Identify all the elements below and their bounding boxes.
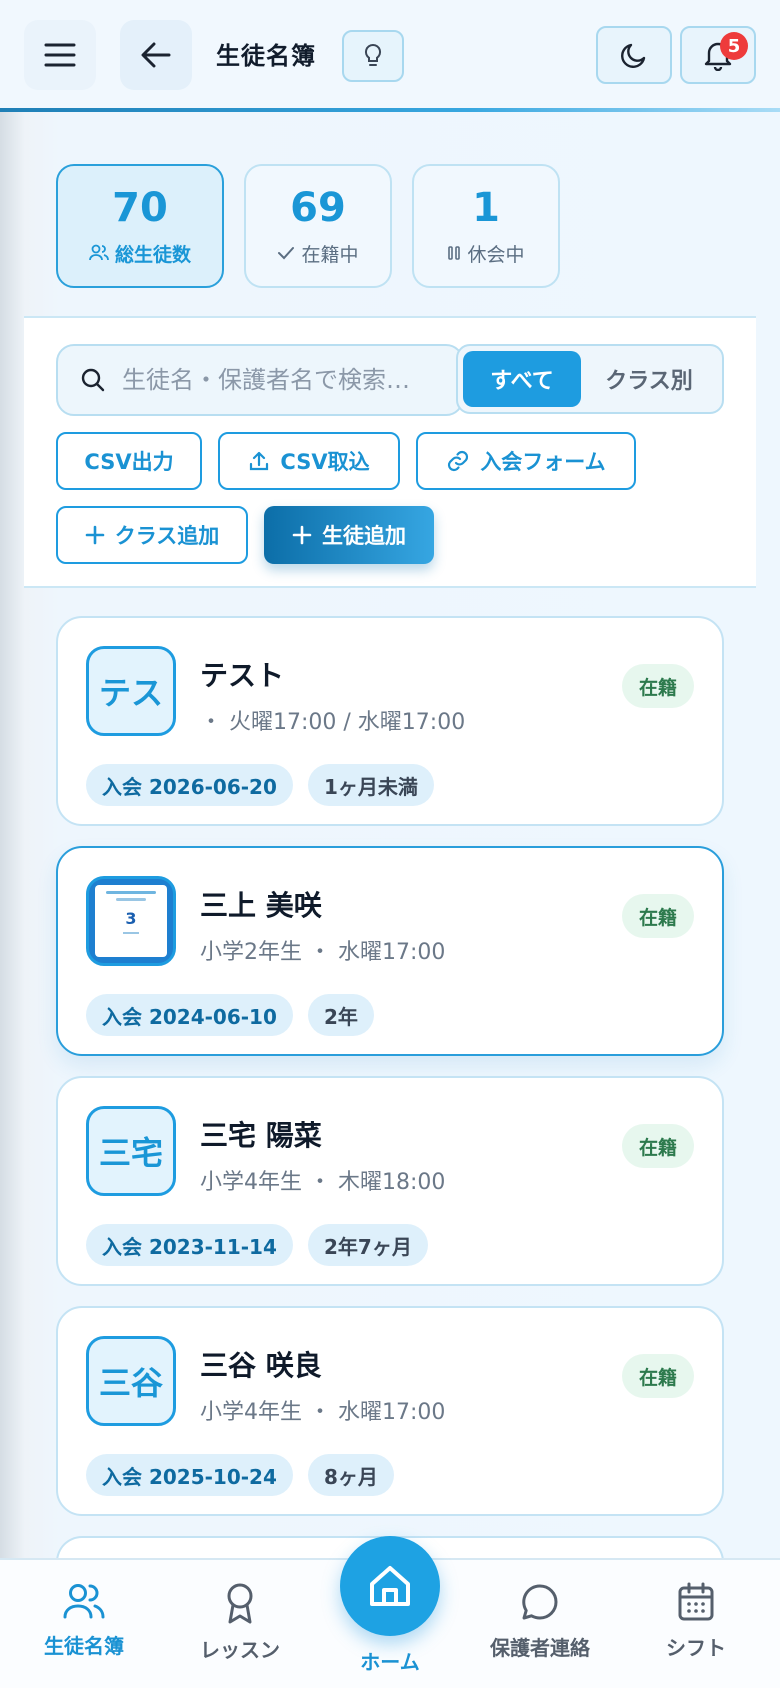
nav-lessons[interactable]: レッスン bbox=[170, 1582, 310, 1663]
home-icon bbox=[370, 1566, 410, 1606]
student-meta: 小学4年生 ・ 木曜18:00 bbox=[200, 1170, 446, 1195]
csv-export-button[interactable]: CSV出力 bbox=[56, 432, 202, 490]
header-divider bbox=[0, 108, 780, 112]
search-box[interactable] bbox=[56, 344, 464, 416]
student-card[interactable]: テス テスト ・ 火曜17:00 / 水曜17:00 在籍 入会 2026-06… bbox=[56, 616, 724, 826]
moon-icon bbox=[621, 43, 646, 68]
avatar: 三宅 bbox=[86, 1106, 176, 1196]
search-icon bbox=[81, 368, 105, 392]
hamburger-icon bbox=[44, 43, 76, 67]
tenure-chip: 8ヶ月 bbox=[308, 1454, 394, 1496]
chat-bubble-icon bbox=[522, 1584, 558, 1620]
avatar: 3 bbox=[86, 876, 176, 966]
student-card[interactable]: 三宅 三宅 陽菜 小学4年生 ・ 木曜18:00 在籍 入会 2023-11-1… bbox=[56, 1076, 724, 1286]
avatar: 三谷 bbox=[86, 1336, 176, 1426]
pause-icon bbox=[448, 246, 461, 260]
stat-on-leave[interactable]: 1 休会中 bbox=[412, 164, 560, 288]
status-badge: 在籍 bbox=[622, 894, 694, 938]
toolbar-panel: すべて クラス別 CSV出力 CSV取込 入会フォーム クラス追加 生徒追加 bbox=[24, 316, 756, 588]
student-name: テスト bbox=[200, 659, 285, 692]
tenure-chip: 2年 bbox=[308, 994, 374, 1036]
add-student-button[interactable]: 生徒追加 bbox=[264, 506, 434, 564]
users-icon bbox=[63, 1584, 105, 1619]
plus-icon bbox=[292, 525, 312, 545]
avatar: テス bbox=[86, 646, 176, 736]
status-badge: 在籍 bbox=[622, 1124, 694, 1168]
plus-icon bbox=[85, 525, 105, 545]
join-date-chip: 入会 2025-10-24 bbox=[86, 1454, 293, 1496]
upload-icon bbox=[250, 451, 269, 471]
view-all-tab[interactable]: すべて bbox=[463, 351, 581, 407]
tenure-chip: 1ヶ月未満 bbox=[308, 764, 434, 806]
nav-label: 保護者連絡 bbox=[490, 1636, 590, 1660]
nav-parents[interactable]: 保護者連絡 bbox=[470, 1582, 610, 1661]
add-class-label: クラス追加 bbox=[114, 524, 220, 548]
student-meta: 小学4年生 ・ 水曜17:00 bbox=[200, 1400, 446, 1425]
check-icon bbox=[278, 247, 295, 260]
back-button[interactable] bbox=[120, 20, 192, 90]
nav-home-button[interactable] bbox=[340, 1536, 440, 1636]
join-date-chip: 入会 2026-06-20 bbox=[86, 764, 293, 806]
award-icon bbox=[227, 1583, 253, 1624]
page-title: 生徒名簿 bbox=[216, 42, 316, 70]
add-class-button[interactable]: クラス追加 bbox=[56, 506, 248, 564]
arrow-left-icon bbox=[141, 42, 171, 68]
lightbulb-icon bbox=[364, 43, 382, 66]
nav-shifts[interactable]: シフト bbox=[626, 1582, 766, 1661]
student-meta: 小学2年生 ・ 水曜17:00 bbox=[200, 940, 446, 965]
tenure-chip: 2年7ヶ月 bbox=[308, 1224, 428, 1266]
student-name: 三宅 陽菜 bbox=[200, 1119, 322, 1152]
nav-label: レッスン bbox=[200, 1638, 280, 1662]
tips-button[interactable] bbox=[342, 30, 404, 82]
calendar-icon bbox=[678, 1582, 714, 1621]
stat-value: 69 bbox=[290, 184, 346, 231]
avatar-photo: 3 bbox=[95, 885, 167, 957]
status-badge: 在籍 bbox=[622, 664, 694, 708]
student-name: 三上 美咲 bbox=[200, 889, 322, 922]
menu-button[interactable] bbox=[24, 20, 96, 90]
notification-badge: 5 bbox=[720, 32, 748, 60]
stat-label: 在籍中 bbox=[301, 243, 359, 266]
avatar-photo-number: 3 bbox=[125, 909, 137, 928]
nav-home-label: ホーム bbox=[360, 1650, 420, 1674]
nav-students[interactable]: 生徒名簿 bbox=[14, 1582, 154, 1659]
join-form-button[interactable]: 入会フォーム bbox=[416, 432, 636, 490]
view-by-class-tab[interactable]: クラス別 bbox=[581, 351, 717, 407]
student-meta: ・ 火曜17:00 / 水曜17:00 bbox=[200, 710, 466, 735]
view-toggle: すべて クラス別 bbox=[456, 344, 724, 414]
stat-label: 総生徒数 bbox=[114, 243, 191, 266]
search-input[interactable] bbox=[122, 366, 422, 394]
stat-total-students[interactable]: 70 総生徒数 bbox=[56, 164, 224, 288]
status-badge: 在籍 bbox=[622, 1354, 694, 1398]
join-form-label: 入会フォーム bbox=[480, 450, 606, 474]
join-date-chip: 入会 2023-11-14 bbox=[86, 1224, 293, 1266]
stat-label: 休会中 bbox=[467, 243, 525, 266]
stat-value: 1 bbox=[472, 184, 500, 231]
csv-import-label: CSV取込 bbox=[280, 450, 370, 474]
nav-label: 生徒名簿 bbox=[44, 1634, 124, 1658]
link-icon bbox=[448, 450, 469, 472]
dark-mode-button[interactable] bbox=[596, 26, 672, 84]
stat-value: 70 bbox=[112, 184, 168, 231]
student-card[interactable]: 三谷 三谷 咲良 小学4年生 ・ 水曜17:00 在籍 入会 2025-10-2… bbox=[56, 1306, 724, 1516]
nav-label: シフト bbox=[666, 1636, 726, 1660]
csv-export-label: CSV出力 bbox=[84, 450, 174, 474]
csv-import-button[interactable]: CSV取込 bbox=[218, 432, 400, 490]
add-student-label: 生徒追加 bbox=[322, 524, 406, 548]
notifications-button[interactable]: 5 bbox=[680, 26, 756, 84]
student-card[interactable]: 3 三上 美咲 小学2年生 ・ 水曜17:00 在籍 入会 2024-06-10… bbox=[56, 846, 724, 1056]
users-icon bbox=[89, 244, 109, 261]
join-date-chip: 入会 2024-06-10 bbox=[86, 994, 293, 1036]
stat-enrolled[interactable]: 69 在籍中 bbox=[244, 164, 392, 288]
top-app-bar: 生徒名簿 5 bbox=[0, 0, 780, 112]
student-name: 三谷 咲良 bbox=[200, 1349, 322, 1382]
